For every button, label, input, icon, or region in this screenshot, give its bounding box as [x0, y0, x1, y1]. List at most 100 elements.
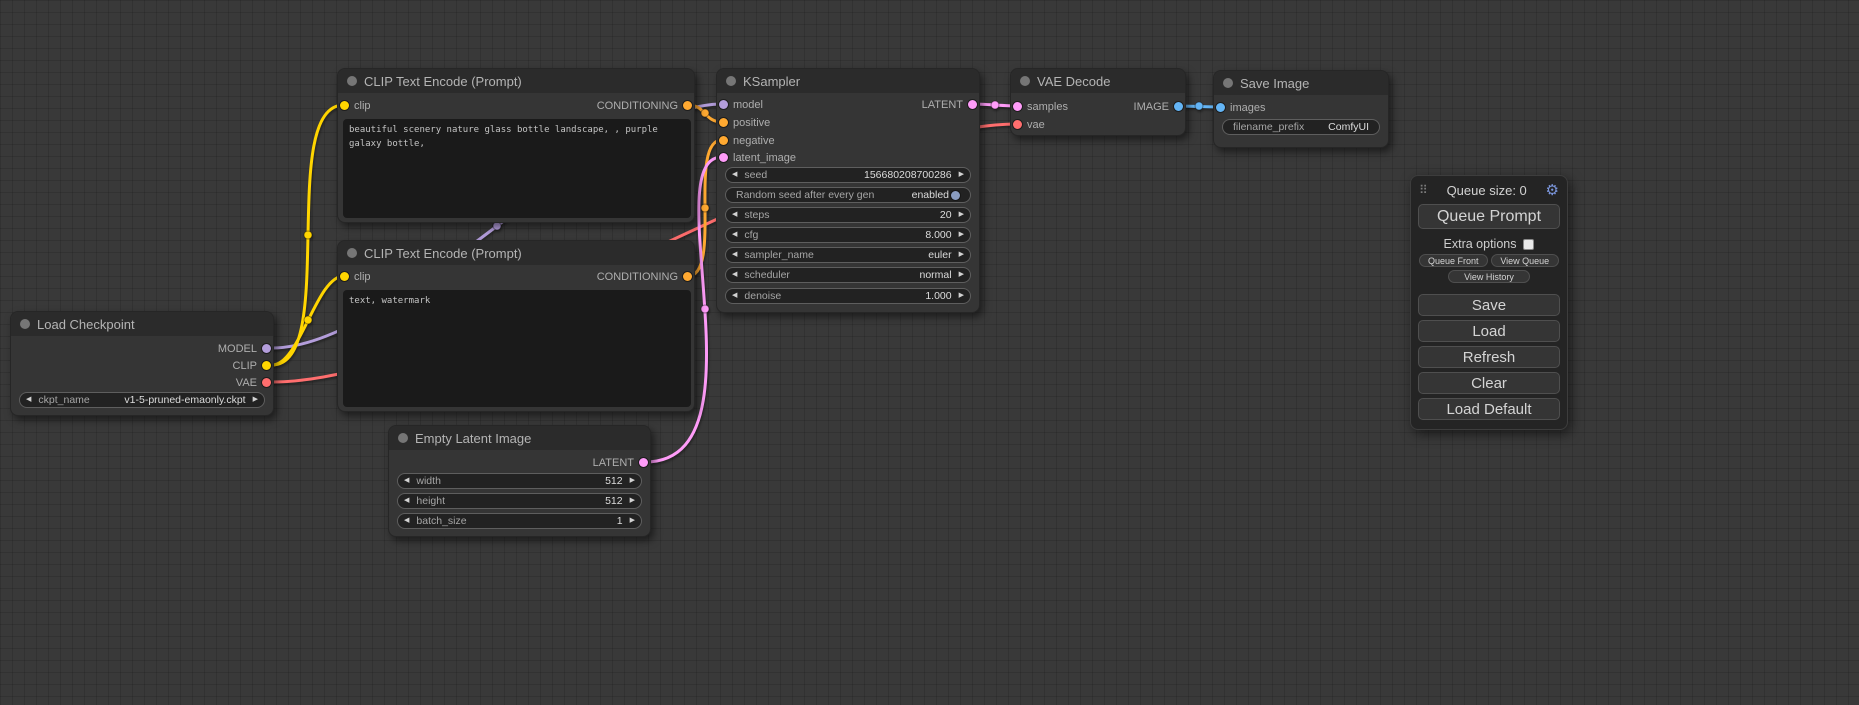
widget-scheduler[interactable]: ◀ scheduler normal ▶	[725, 267, 971, 283]
queue-panel: ⠿ Queue size: 0 ⚙ Queue Prompt Extra opt…	[1410, 175, 1568, 430]
decrement-arrow-icon[interactable]: ◀	[404, 493, 409, 509]
refresh-button[interactable]: Refresh	[1418, 346, 1560, 368]
output-dot-model[interactable]	[262, 344, 271, 353]
output-dot-latent[interactable]	[968, 100, 977, 109]
output-label-conditioning: CONDITIONING	[597, 98, 678, 114]
widget-seed[interactable]: ◀ seed 156680208700286 ▶	[725, 167, 971, 183]
slot-row: model LATENT	[717, 97, 979, 113]
output-dot-clip[interactable]	[262, 361, 271, 370]
node-title-bar[interactable]: Empty Latent Image	[389, 426, 650, 450]
input-label-clip: clip	[354, 98, 371, 114]
decrement-arrow-icon[interactable]: ◀	[732, 288, 737, 304]
increment-arrow-icon[interactable]: ▶	[630, 493, 635, 509]
widget-height[interactable]: ◀ height 512 ▶	[397, 493, 642, 509]
load-button[interactable]: Load	[1418, 320, 1560, 342]
widget-steps[interactable]: ◀ steps 20 ▶	[725, 207, 971, 223]
input-label-clip: clip	[354, 269, 371, 285]
widget-denoise[interactable]: ◀ denoise 1.000 ▶	[725, 288, 971, 304]
decrement-arrow-icon[interactable]: ◀	[404, 513, 409, 529]
node-empty-latent-image[interactable]: Empty Latent Image LATENT ◀ width 512 ▶ …	[388, 425, 651, 537]
view-history-button[interactable]: View History	[1448, 270, 1530, 283]
decrement-arrow-icon[interactable]: ◀	[404, 473, 409, 489]
widget-cfg[interactable]: ◀ cfg 8.000 ▶	[725, 227, 971, 243]
input-dot-vae[interactable]	[1013, 120, 1022, 129]
input-dot-negative[interactable]	[719, 136, 728, 145]
widget-batch-size[interactable]: ◀ batch_size 1 ▶	[397, 513, 642, 529]
node-title-bar[interactable]: Save Image	[1214, 71, 1388, 95]
node-load-checkpoint[interactable]: Load Checkpoint MODEL CLIP VAE ◀ ckpt_na…	[10, 311, 274, 416]
widget-value: 20	[770, 209, 952, 221]
increment-arrow-icon[interactable]: ▶	[959, 267, 964, 283]
negative-prompt-textarea[interactable]: text, watermark	[343, 290, 691, 407]
node-ksampler[interactable]: KSampler model LATENT positive negative …	[716, 68, 980, 313]
slot-row: images	[1214, 100, 1388, 116]
link-midpoint-dot	[304, 316, 312, 324]
output-dot-conditioning[interactable]	[683, 272, 692, 281]
input-dot-model[interactable]	[719, 100, 728, 109]
settings-gear-icon[interactable]: ⚙	[1546, 181, 1559, 199]
decrement-arrow-icon[interactable]: ◀	[732, 247, 737, 263]
widget-sampler-name[interactable]: ◀ sampler_name euler ▶	[725, 247, 971, 263]
input-dot-positive[interactable]	[719, 118, 728, 127]
load-default-button[interactable]: Load Default	[1418, 398, 1560, 420]
output-dot-image[interactable]	[1174, 102, 1183, 111]
widget-random-seed-toggle[interactable]: Random seed after every gen enabled	[725, 187, 971, 203]
queue-size-label: Queue size: 0	[1428, 183, 1546, 198]
node-status-dot	[726, 76, 736, 86]
output-dot-latent[interactable]	[639, 458, 648, 467]
increment-arrow-icon[interactable]: ▶	[253, 392, 258, 408]
node-title-bar[interactable]: VAE Decode	[1011, 69, 1185, 93]
input-dot-clip[interactable]	[340, 101, 349, 110]
input-dot-images[interactable]	[1216, 103, 1225, 112]
node-title: CLIP Text Encode (Prompt)	[364, 246, 522, 261]
widget-filename-prefix[interactable]: filename_prefix ComfyUI	[1222, 119, 1380, 135]
node-title-bar[interactable]: CLIP Text Encode (Prompt)	[338, 69, 694, 93]
input-dot-latent-image[interactable]	[719, 153, 728, 162]
increment-arrow-icon[interactable]: ▶	[959, 288, 964, 304]
queue-actions-row: Queue Front View Queue	[1411, 254, 1567, 267]
increment-arrow-icon[interactable]: ▶	[959, 227, 964, 243]
node-save-image[interactable]: Save Image images filename_prefix ComfyU…	[1213, 70, 1389, 148]
extra-options-row: Extra options	[1411, 237, 1567, 251]
link-midpoint-dot	[991, 101, 999, 109]
widget-ckpt-name[interactable]: ◀ ckpt_name v1-5-pruned-emaonly.ckpt ▶	[19, 392, 265, 408]
node-clip-text-encode-negative[interactable]: CLIP Text Encode (Prompt) clip CONDITION…	[337, 240, 695, 412]
queue-prompt-button[interactable]: Queue Prompt	[1418, 204, 1560, 229]
view-queue-button[interactable]: View Queue	[1491, 254, 1560, 267]
output-dot-conditioning[interactable]	[683, 101, 692, 110]
widget-name: Random seed after every gen	[736, 189, 874, 201]
queue-front-button[interactable]: Queue Front	[1419, 254, 1488, 267]
decrement-arrow-icon[interactable]: ◀	[732, 207, 737, 223]
toggle-indicator[interactable]	[951, 191, 960, 200]
decrement-arrow-icon[interactable]: ◀	[26, 392, 31, 408]
decrement-arrow-icon[interactable]: ◀	[732, 267, 737, 283]
node-title-bar[interactable]: Load Checkpoint	[11, 312, 273, 336]
slot-row: negative	[717, 133, 979, 149]
node-vae-decode[interactable]: VAE Decode samples IMAGE vae	[1010, 68, 1186, 136]
increment-arrow-icon[interactable]: ▶	[959, 247, 964, 263]
input-label-positive: positive	[733, 115, 770, 131]
node-title-bar[interactable]: CLIP Text Encode (Prompt)	[338, 241, 694, 265]
increment-arrow-icon[interactable]: ▶	[630, 473, 635, 489]
decrement-arrow-icon[interactable]: ◀	[732, 227, 737, 243]
input-label-images: images	[1230, 100, 1265, 116]
node-title-bar[interactable]: KSampler	[717, 69, 979, 93]
drag-handle-icon[interactable]: ⠿	[1419, 183, 1428, 197]
increment-arrow-icon[interactable]: ▶	[959, 167, 964, 183]
input-dot-samples[interactable]	[1013, 102, 1022, 111]
output-dot-vae[interactable]	[262, 378, 271, 387]
clear-button[interactable]: Clear	[1418, 372, 1560, 394]
save-button[interactable]: Save	[1418, 294, 1560, 316]
link-midpoint-dot	[1195, 102, 1203, 110]
increment-arrow-icon[interactable]: ▶	[959, 207, 964, 223]
node-clip-text-encode-positive[interactable]: CLIP Text Encode (Prompt) clip CONDITION…	[337, 68, 695, 223]
positive-prompt-textarea[interactable]: beautiful scenery nature glass bottle la…	[343, 119, 691, 218]
increment-arrow-icon[interactable]: ▶	[630, 513, 635, 529]
node-title: KSampler	[743, 74, 800, 89]
output-label-conditioning: CONDITIONING	[597, 269, 678, 285]
node-graph-canvas[interactable]: Load Checkpoint MODEL CLIP VAE ◀ ckpt_na…	[0, 0, 1859, 705]
extra-options-checkbox[interactable]	[1523, 239, 1534, 250]
input-dot-clip[interactable]	[340, 272, 349, 281]
decrement-arrow-icon[interactable]: ◀	[732, 167, 737, 183]
widget-width[interactable]: ◀ width 512 ▶	[397, 473, 642, 489]
